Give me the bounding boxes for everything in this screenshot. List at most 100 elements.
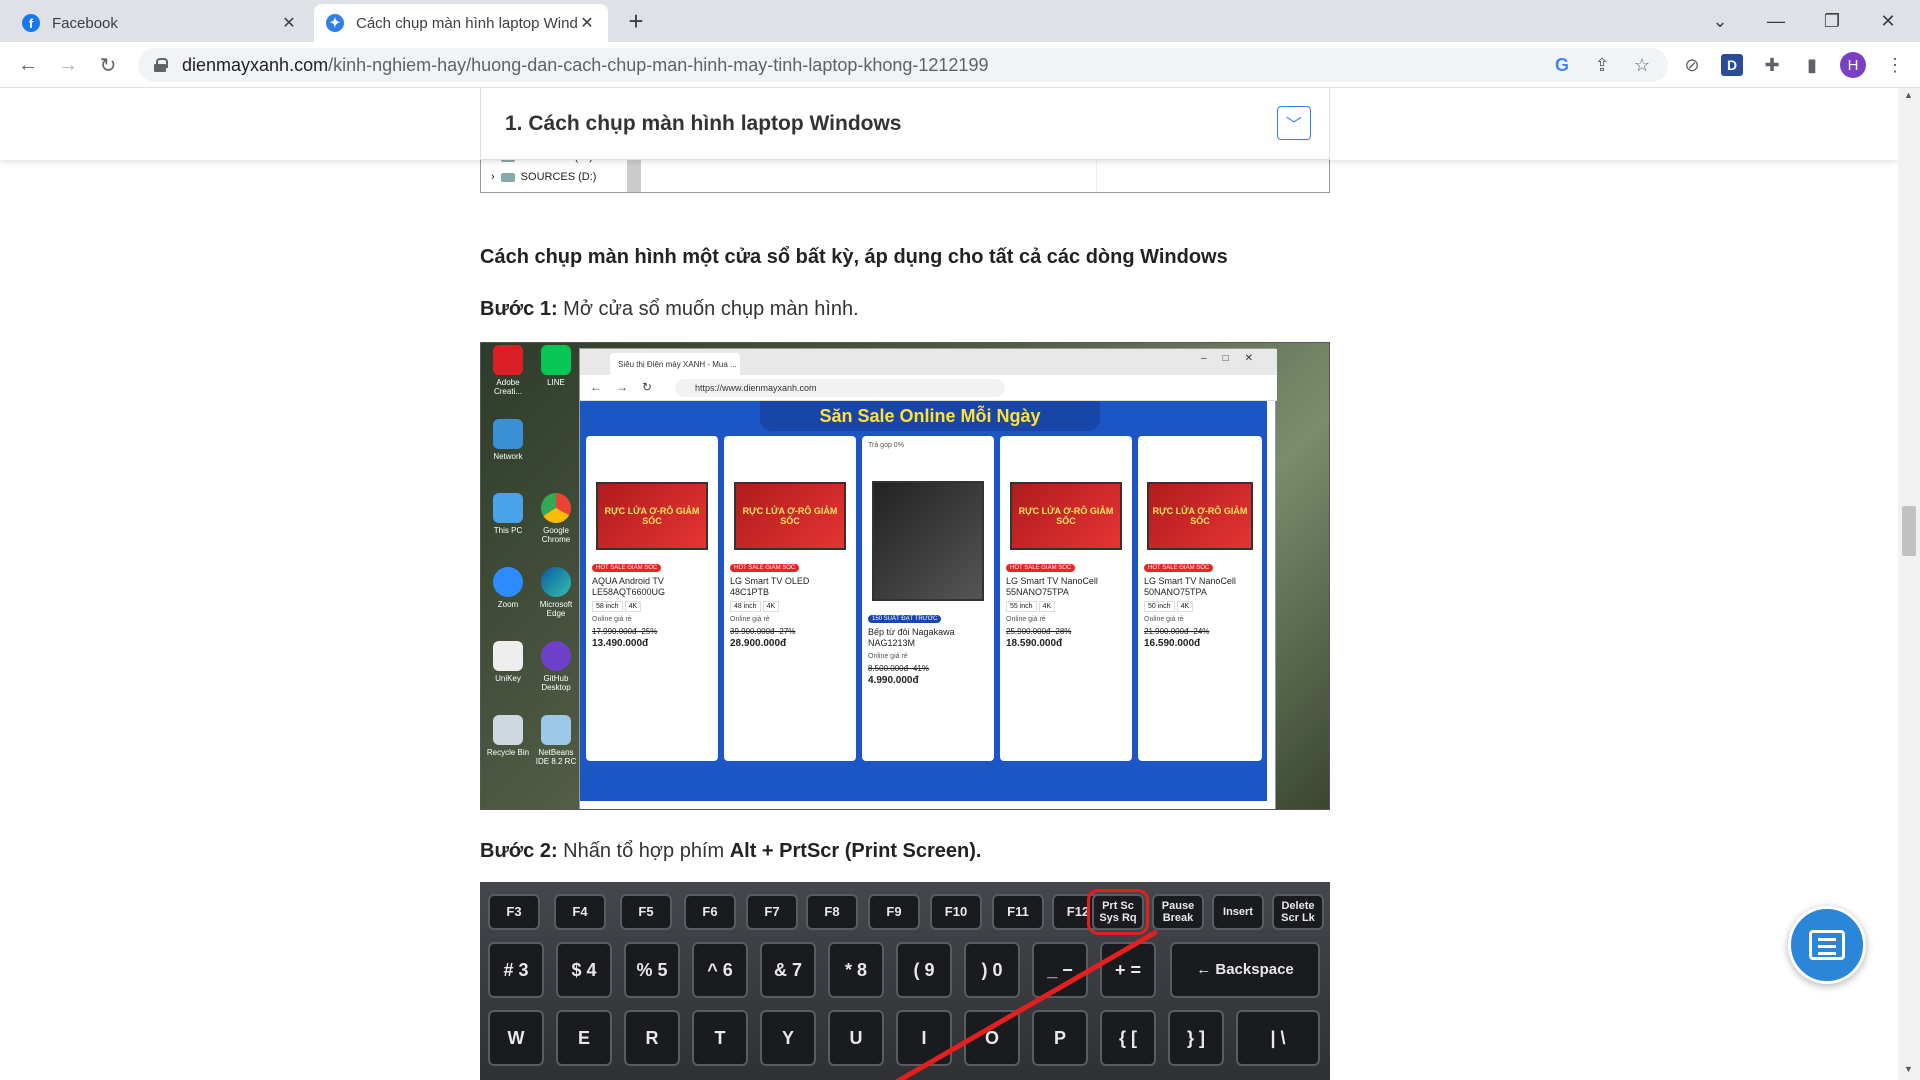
scroll-up-icon[interactable]: ▲ — [1904, 90, 1913, 100]
unikey-icon: UniKey — [485, 641, 531, 683]
toc-sticky-bar: 1. Cách chụp màn hình laptop Windows ﹀ — [0, 88, 1898, 160]
product-card: Trả góp 0% 150 SUẤT ĐẶT TRƯỚC Bếp từ đôi… — [862, 436, 994, 761]
page-content: › Local Disk (C:) › SOURCES (D:) 1. Cách… — [0, 88, 1898, 1080]
facebook-icon: f — [22, 14, 40, 32]
key-r: R — [624, 1010, 680, 1066]
address-bar[interactable]: dienmayxanh.com/kinh-nghiem-hay/huong-da… — [138, 48, 1668, 82]
chevron-down-icon: ﹀ — [1285, 117, 1302, 134]
this-pc-icon: This PC — [485, 493, 531, 535]
close-icon[interactable]: ✕ — [578, 13, 596, 33]
key-left-brace: { [ — [1100, 1010, 1156, 1066]
browser-toolbar: ← → ↻ dienmayxanh.com/kinh-nghiem-hay/hu… — [0, 42, 1920, 88]
step-label: Bước 2: — [480, 840, 558, 862]
step-text: Nhấn tổ hợp phím — [557, 840, 730, 862]
minimize-button[interactable]: — — [1748, 0, 1804, 42]
url-host: dienmayxanh.com — [182, 54, 329, 75]
product-card: RỰC LỬA Ơ-RÔ GIẢM SỐC HOT SALE GIẢM SỐC … — [724, 436, 856, 761]
key-f10: F10 — [930, 894, 982, 930]
table-of-contents[interactable]: 1. Cách chụp màn hình laptop Windows ﹀ — [480, 88, 1330, 160]
key-f3: F3 — [488, 894, 540, 930]
key-prtsc: Prt Sc Sys Rq — [1087, 889, 1149, 935]
section-heading: Cách chụp màn hình một cửa sổ bất kỳ, áp… — [480, 246, 1228, 268]
key-9: ( 9 — [896, 942, 952, 998]
menu-kebab-icon[interactable]: ⋮ — [1884, 54, 1906, 76]
toc-title: 1. Cách chụp màn hình laptop Windows — [505, 111, 902, 135]
key-4: $ 4 — [556, 942, 612, 998]
key-f9: F9 — [868, 894, 920, 930]
key-5: % 5 — [624, 942, 680, 998]
restore-button[interactable]: ❐ — [1804, 0, 1860, 42]
toc-expand-button[interactable]: ﹀ — [1277, 106, 1311, 140]
forward-button[interactable]: → — [54, 51, 82, 79]
key-8: * 8 — [828, 942, 884, 998]
key-u: U — [828, 1010, 884, 1066]
key-7: & 7 — [760, 942, 816, 998]
github-desktop-icon: GitHub Desktop — [533, 641, 579, 692]
tab-search-chevron-icon[interactable]: ⌄ — [1692, 0, 1748, 42]
browser-tab: Siêu thị Điện máy XANH - Mua ... — [610, 353, 740, 375]
key-pause: Pause Break — [1152, 894, 1204, 930]
window-close-button[interactable]: ✕ — [1860, 0, 1916, 42]
lock-icon[interactable] — [154, 58, 168, 72]
screenshot-browser-window: Adobe Creati... Network This PC Zoom Uni… — [480, 342, 1330, 810]
back-button[interactable]: ← — [14, 51, 42, 79]
browser-url: https://www.dienmayxanh.com — [675, 379, 1005, 397]
key-insert: Insert — [1212, 894, 1264, 930]
scrollbar-thumb[interactable] — [1902, 506, 1916, 556]
key-6: ^ 6 — [692, 942, 748, 998]
key-0: ) 0 — [964, 942, 1020, 998]
step-1: Bước 1: Mở cửa sổ muốn chụp màn hình. — [480, 298, 859, 321]
key-right-brace: } ] — [1168, 1010, 1224, 1066]
line-app-icon: LINE — [533, 345, 579, 387]
key-3: # 3 — [488, 942, 544, 998]
recycle-bin-icon: Recycle Bin — [485, 715, 531, 757]
extensions-puzzle-icon[interactable]: ✚ — [1761, 54, 1783, 76]
product-card: RỰC LỬA Ơ-RÔ GIẢM SỐC HOT SALE GIẢM SỐC … — [1138, 436, 1262, 761]
google-lens-icon[interactable]: G — [1551, 54, 1573, 76]
key-p: P — [1032, 1010, 1088, 1066]
product-card: RỰC LỬA Ơ-RÔ GIẢM SỐC HOT SALE GIẢM SỐC … — [586, 436, 718, 761]
key-backslash: | \ — [1236, 1010, 1320, 1066]
share-icon[interactable]: ⇪ — [1591, 54, 1613, 76]
product-card: RỰC LỬA Ơ-RÔ GIẢM SỐC HOT SALE GIẢM SỐC … — [1000, 436, 1132, 761]
close-icon[interactable]: ✕ — [280, 13, 298, 33]
chat-button[interactable] — [1788, 906, 1866, 984]
key-backspace: ← Backspace — [1170, 942, 1320, 998]
scroll-down-icon[interactable]: ▼ — [1904, 1064, 1913, 1074]
new-tab-button[interactable]: + — [620, 6, 652, 37]
url-path: /kinh-nghiem-hay/huong-dan-cach-chup-man… — [328, 54, 989, 75]
key-f8: F8 — [806, 894, 858, 930]
tab-strip: f Facebook ✕ ✦ Cách chụp màn hình laptop… — [0, 0, 1920, 42]
key-f5: F5 — [620, 894, 672, 930]
step-text: Mở cửa sổ muốn chụp màn hình. — [557, 298, 859, 320]
chat-icon — [1809, 930, 1845, 960]
key-t: T — [692, 1010, 748, 1066]
explorer-row: › SOURCES (D:) — [491, 171, 597, 183]
tab-facebook[interactable]: f Facebook ✕ — [10, 4, 310, 42]
extension-compass-icon[interactable]: ⊘ — [1681, 54, 1703, 76]
key-f7: F7 — [746, 894, 798, 930]
key-delete: Delete Scr Lk — [1272, 894, 1324, 930]
sale-section: Săn Sale Online Mỗi Ngày RỰC LỬA Ơ-RÔ GI… — [580, 401, 1267, 801]
key-f4: F4 — [554, 894, 606, 930]
profile-avatar[interactable]: H — [1840, 52, 1866, 78]
edge-icon: Microsoft Edge — [533, 567, 579, 618]
edge-browser-window: Siêu thị Điện máy XANH - Mua ... –□✕ ←→↻… — [579, 348, 1277, 809]
extension-d-icon[interactable]: D — [1721, 54, 1743, 76]
induction-hob-image — [872, 481, 984, 601]
bookmark-star-icon[interactable]: ☆ — [1631, 54, 1653, 76]
step-keys: Alt + PrtScr (Print Screen). — [729, 840, 982, 862]
screenshot-keyboard: F3 F4 F5 F6 F7 F8 F9 F10 F11 F12 Prt Sc … — [480, 882, 1330, 1080]
drive-icon — [500, 172, 515, 182]
page-scrollbar[interactable]: ▲ ▼ — [1898, 88, 1920, 1080]
step-2: Bước 2: Nhấn tổ hợp phím Alt + PrtScr (P… — [480, 840, 981, 863]
tab-title: Facebook — [52, 14, 118, 32]
sale-banner: Săn Sale Online Mỗi Ngày — [760, 401, 1100, 431]
reload-button[interactable]: ↻ — [94, 51, 122, 79]
nav-arrows: ←→↻ — [590, 380, 667, 394]
tab-dienmayxanh[interactable]: ✦ Cách chụp màn hình laptop Windows ✕ — [314, 4, 608, 42]
zoom-icon: Zoom — [485, 567, 531, 609]
key-y: Y — [760, 1010, 816, 1066]
chrome-icon: Google Chrome — [533, 493, 579, 544]
side-panel-icon[interactable]: ▮ — [1801, 54, 1823, 76]
